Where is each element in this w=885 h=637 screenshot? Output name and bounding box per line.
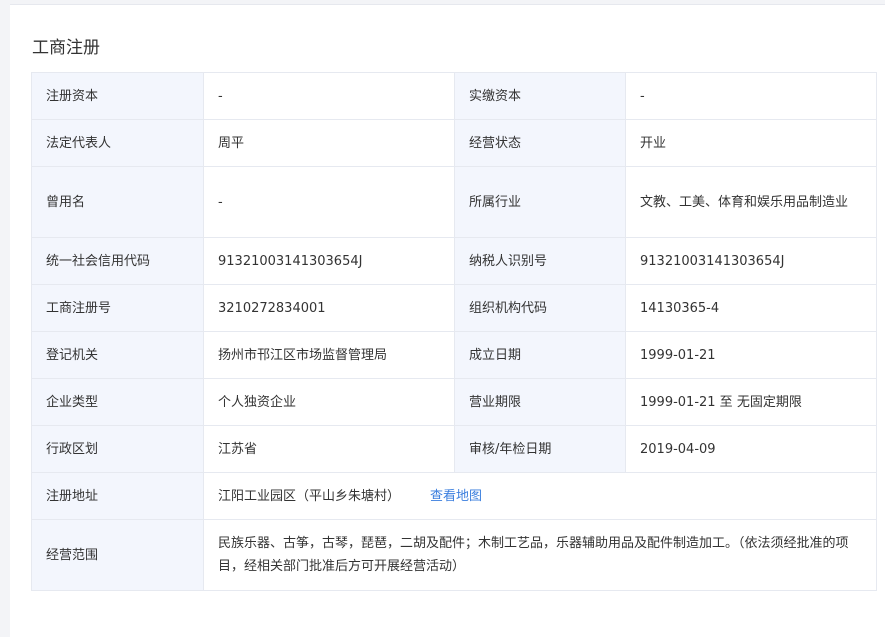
field-value: 2019-04-09 <box>625 425 877 473</box>
table-row: 曾用名 - 所属行业 文教、工美、体育和娱乐用品制造业 <box>31 166 877 238</box>
field-value: 3210272834001 <box>203 284 455 332</box>
field-value: 1999-01-21 <box>625 331 877 379</box>
field-label: 组织机构代码 <box>454 284 626 332</box>
field-label: 工商注册号 <box>31 284 204 332</box>
table-row-address: 注册地址 江阳工业园区（平山乡朱塘村） 查看地图 <box>31 472 877 520</box>
field-value: 个人独资企业 <box>203 378 455 426</box>
registration-table: 注册资本 - 实缴资本 - 法定代表人 周平 经营状态 开业 曾用名 - 所属行… <box>31 72 877 591</box>
field-label: 企业类型 <box>31 378 204 426</box>
field-value: - <box>203 166 455 238</box>
field-label: 登记机关 <box>31 331 204 379</box>
field-label: 审核/年检日期 <box>454 425 626 473</box>
view-map-link[interactable]: 查看地图 <box>430 489 482 504</box>
address-value: 江阳工业园区（平山乡朱塘村） <box>218 488 401 504</box>
table-row: 工商注册号 3210272834001 组织机构代码 14130365-4 <box>31 284 877 332</box>
field-label: 成立日期 <box>454 331 626 379</box>
table-row: 统一社会信用代码 91321003141303654J 纳税人识别号 91321… <box>31 237 877 285</box>
field-label: 所属行业 <box>454 166 626 238</box>
field-label: 曾用名 <box>31 166 204 238</box>
business-scope-value: 民族乐器、古筝，古琴，琵琶，二胡及配件；木制工艺品，乐器辅助用品及配件制造加工。… <box>203 519 877 591</box>
field-value: - <box>625 72 877 120</box>
field-value: 14130365-4 <box>625 284 877 332</box>
address-label: 注册地址 <box>31 472 204 520</box>
field-value: 91321003141303654J <box>625 237 877 285</box>
field-label: 注册资本 <box>31 72 204 120</box>
section-title: 工商注册 <box>32 38 100 58</box>
field-value: - <box>203 72 455 120</box>
field-value: 91321003141303654J <box>203 237 455 285</box>
field-label: 实缴资本 <box>454 72 626 120</box>
field-label: 纳税人识别号 <box>454 237 626 285</box>
field-value: 周平 <box>203 119 455 167</box>
table-row: 企业类型 个人独资企业 营业期限 1999-01-21 至 无固定期限 <box>31 378 877 426</box>
table-row: 登记机关 扬州市邗江区市场监督管理局 成立日期 1999-01-21 <box>31 331 877 379</box>
field-value: 文教、工美、体育和娱乐用品制造业 <box>625 166 877 238</box>
field-label: 行政区划 <box>31 425 204 473</box>
field-value: 扬州市邗江区市场监督管理局 <box>203 331 455 379</box>
address-cell: 江阳工业园区（平山乡朱塘村） 查看地图 <box>203 472 877 520</box>
field-label: 统一社会信用代码 <box>31 237 204 285</box>
field-value: 开业 <box>625 119 877 167</box>
field-label: 法定代表人 <box>31 119 204 167</box>
table-row: 注册资本 - 实缴资本 - <box>31 72 877 120</box>
table-row-business-scope: 经营范围 民族乐器、古筝，古琴，琵琶，二胡及配件；木制工艺品，乐器辅助用品及配件… <box>31 519 877 591</box>
field-value: 1999-01-21 至 无固定期限 <box>625 378 877 426</box>
field-label: 经营状态 <box>454 119 626 167</box>
field-value: 江苏省 <box>203 425 455 473</box>
business-registration-panel: 工商注册 注册资本 - 实缴资本 - 法定代表人 周平 经营状态 开业 曾用名 <box>10 4 885 637</box>
table-row: 行政区划 江苏省 审核/年检日期 2019-04-09 <box>31 425 877 473</box>
table-row: 法定代表人 周平 经营状态 开业 <box>31 119 877 167</box>
field-label: 营业期限 <box>454 378 626 426</box>
business-scope-label: 经营范围 <box>31 519 204 591</box>
